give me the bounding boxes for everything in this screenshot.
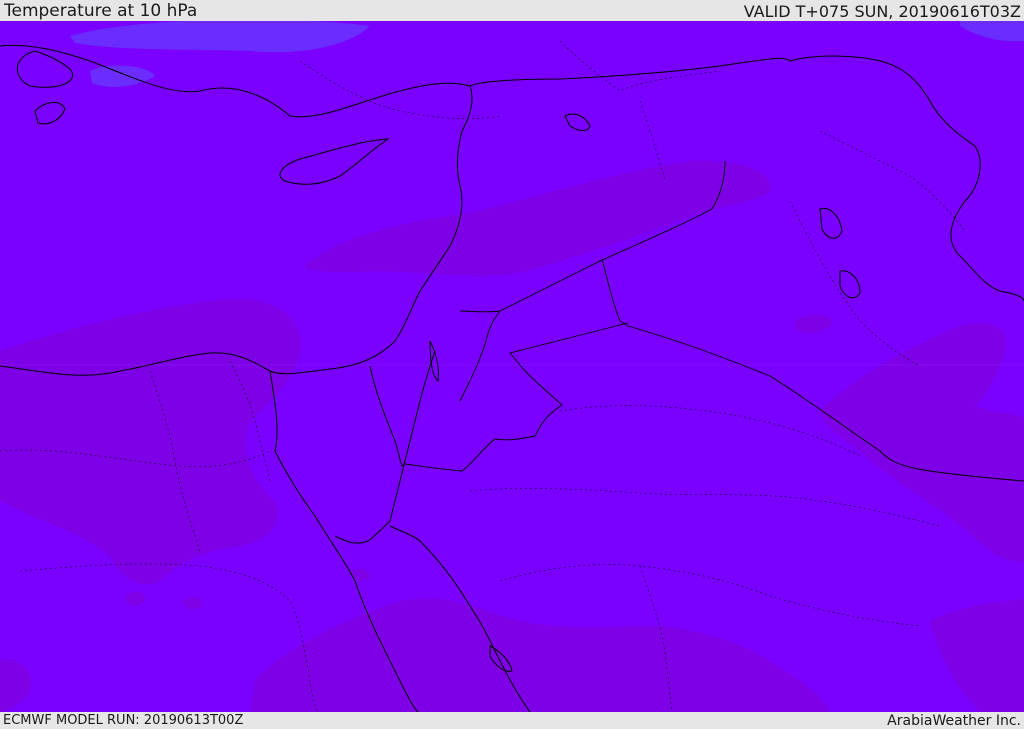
map-viewer: Temperature at 10 hPa VALID T+075 SUN, 2…	[0, 0, 1024, 729]
credit-label: ArabiaWeather Inc.	[887, 713, 1021, 729]
map-canvas[interactable]	[0, 21, 1024, 712]
model-run-label: ECMWF MODEL RUN: 20190613T00Z	[3, 713, 244, 728]
temperature-map[interactable]	[0, 21, 1024, 712]
footer-bar: ECMWF MODEL RUN: 20190613T00Z ArabiaWeat…	[0, 712, 1024, 729]
map-title: Temperature at 10 hPa	[4, 1, 198, 21]
valid-time: VALID T+075 SUN, 20190616T03Z	[743, 2, 1021, 21]
header-bar: Temperature at 10 hPa VALID T+075 SUN, 2…	[0, 0, 1024, 21]
